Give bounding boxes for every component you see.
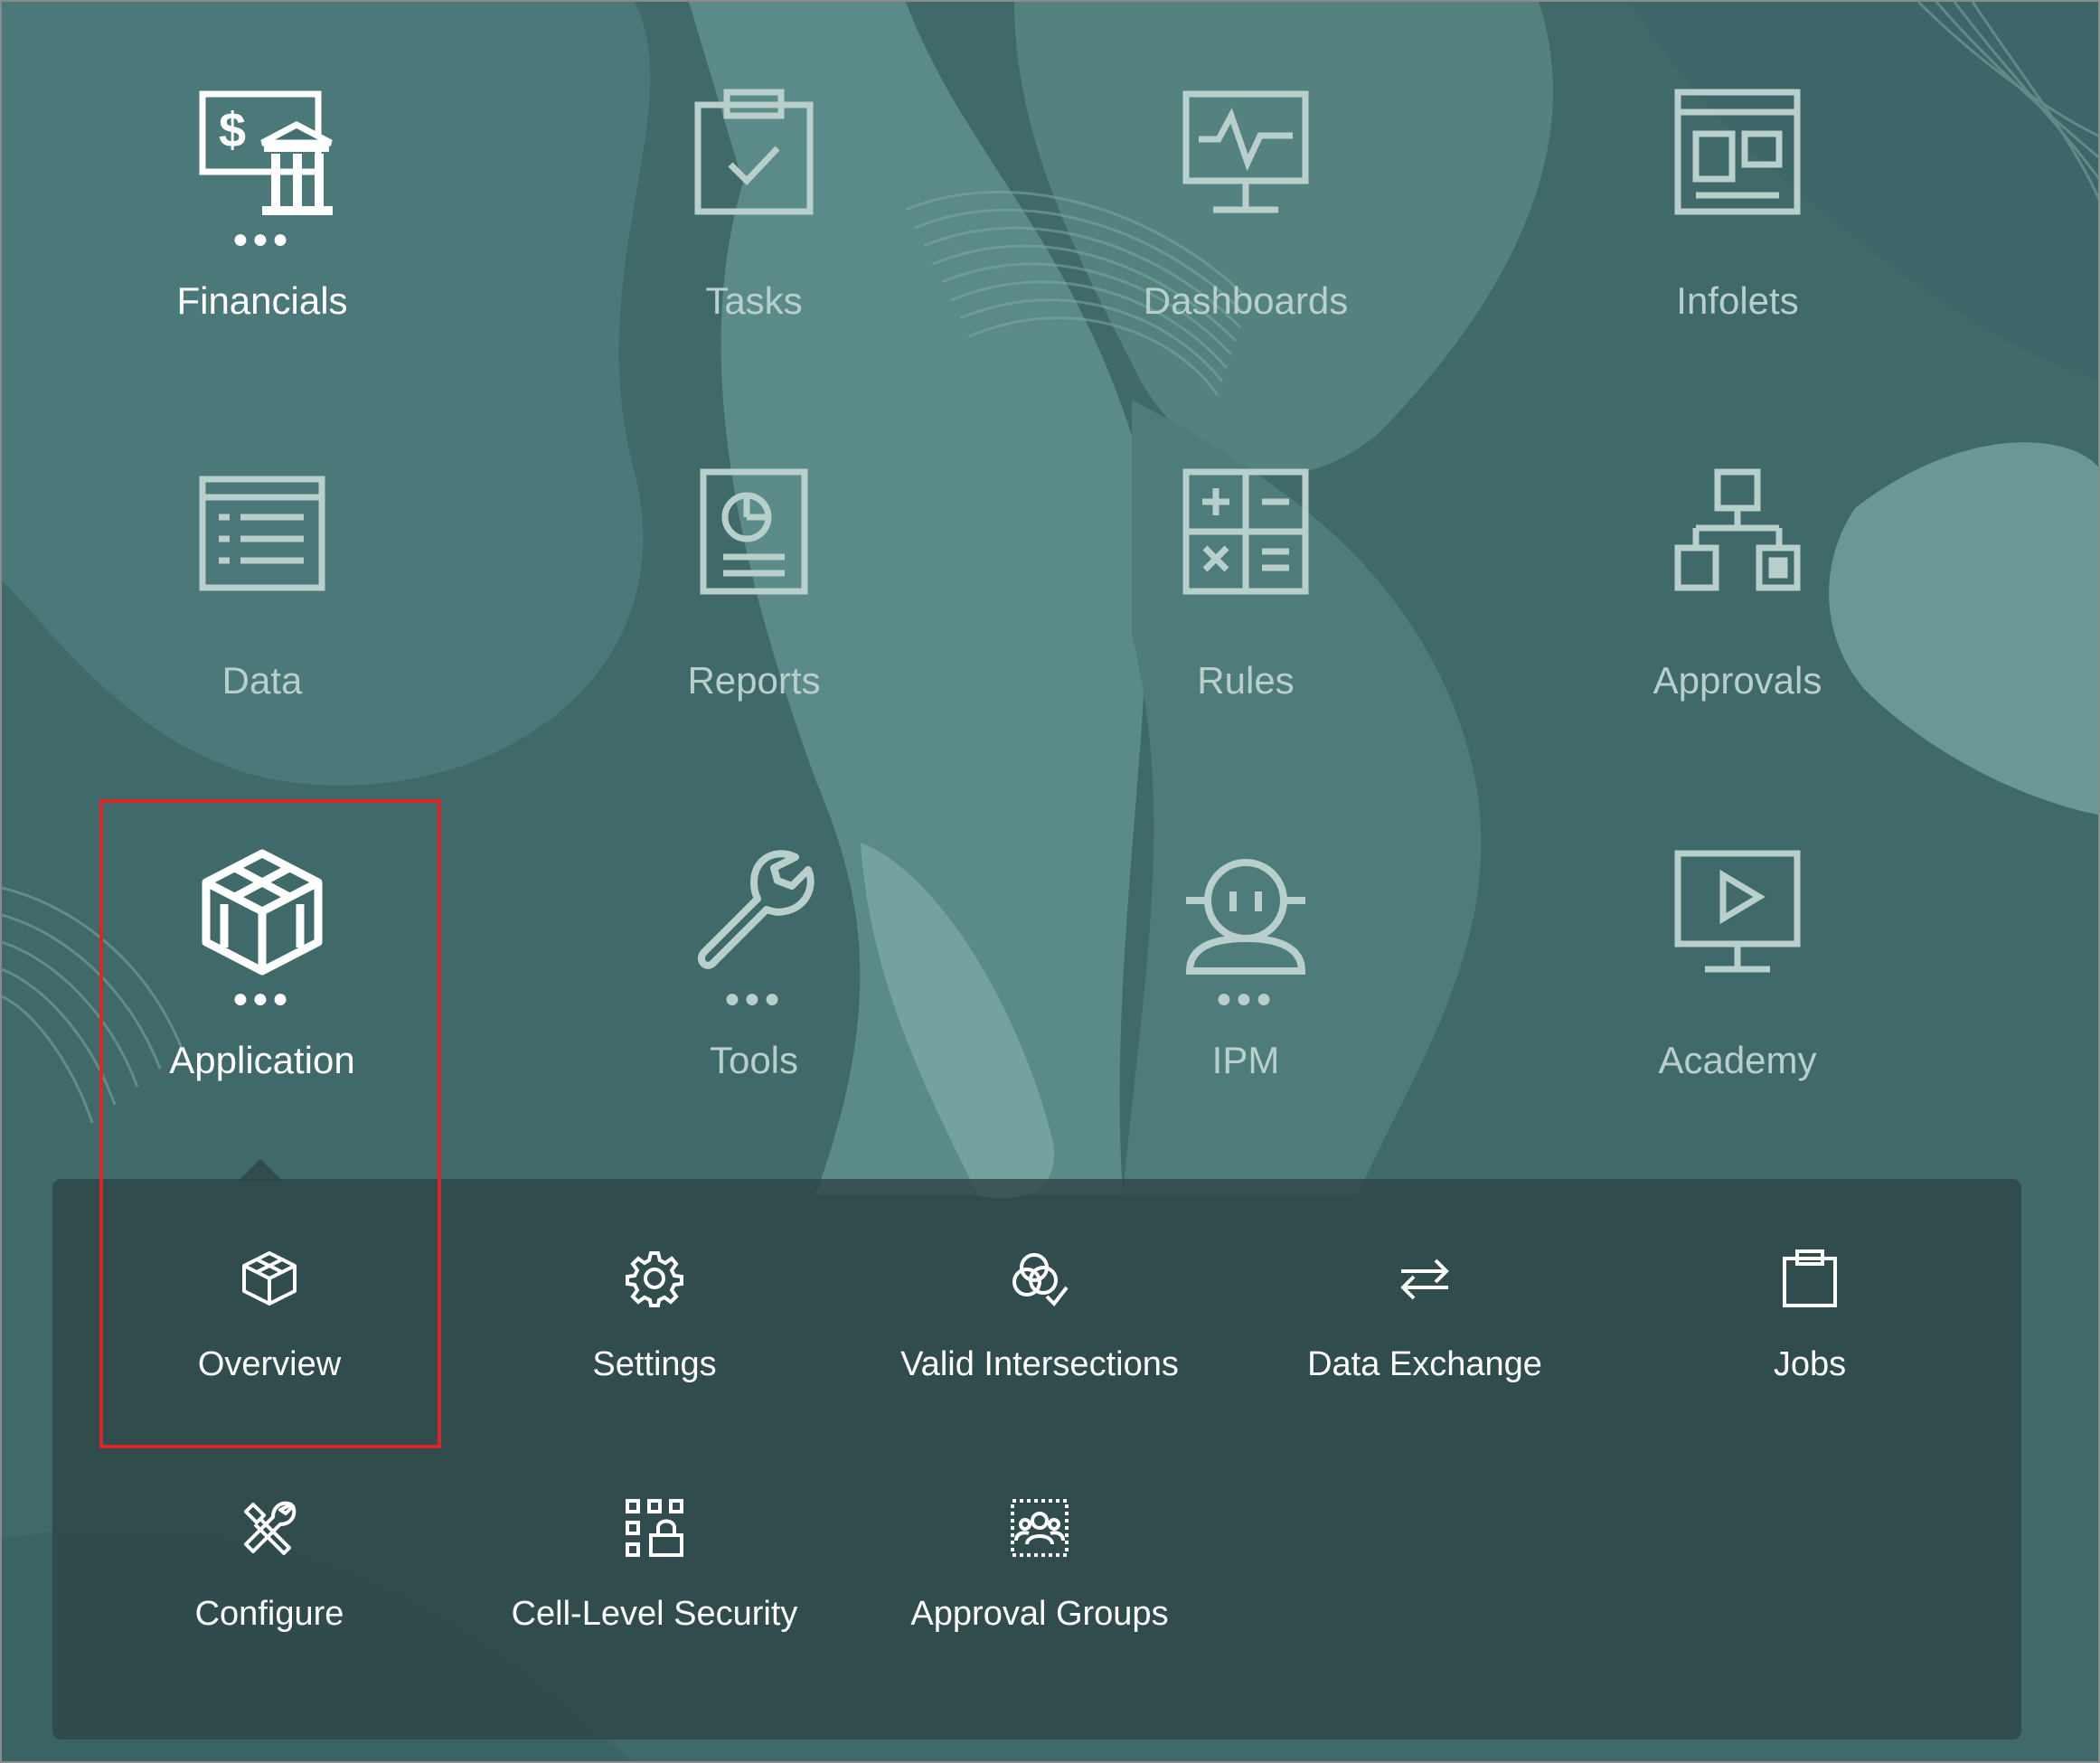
submenu-item-settings[interactable]: Settings (465, 1249, 844, 1457)
hierarchy-icon (1674, 468, 1801, 591)
submenu-item-label: Cell-Level Security (511, 1595, 798, 1633)
nav-tile-label: Dashboards (1143, 279, 1349, 322)
nav-tile-tools[interactable]: ●●● Tools (573, 848, 935, 1192)
nav-tile-label: IPM (1211, 1039, 1280, 1081)
submenu-item-label: Valid Intersections (900, 1345, 1179, 1383)
clipboard-icon (1783, 1249, 1837, 1307)
svg-text:$: $ (219, 103, 246, 157)
gear-icon (626, 1251, 683, 1307)
submenu-indicator: ●●● (231, 984, 293, 1013)
wrench-icon (697, 850, 815, 969)
nav-tile-infolets[interactable]: Infolets (1557, 89, 1918, 432)
clipboard-check-icon (694, 89, 814, 215)
nav-tile-data[interactable]: Data (81, 468, 443, 812)
nav-tile-reports[interactable]: Reports (573, 468, 935, 812)
nav-tile-label: Approvals (1653, 659, 1822, 702)
nav-tile-label: Tools (709, 1039, 799, 1081)
venn-check-icon (1012, 1253, 1069, 1307)
navigator-screen: $ ●●● Financials Tasks Dashboards Infole… (0, 0, 2100, 1763)
grid-lock-icon (626, 1499, 683, 1557)
cube-icon (202, 849, 323, 976)
submenu-item-valid-intersections[interactable]: Valid Intersections (850, 1249, 1229, 1457)
calculator-icon (1182, 468, 1309, 595)
nav-tile-label: Infolets (1676, 279, 1799, 322)
data-grid-icon (199, 476, 325, 591)
nav-tile-label: Financials (176, 279, 348, 322)
tools-cross-icon (244, 1501, 297, 1555)
nav-tile-academy[interactable]: Academy (1557, 848, 1918, 1192)
nav-tile-application[interactable]: ●●● Application (81, 848, 443, 1192)
submenu-item-data-exchange[interactable]: Data Exchange (1235, 1249, 1615, 1457)
financials-icon: $ (199, 90, 333, 215)
submenu-item-configure[interactable]: Configure (80, 1499, 459, 1707)
nav-tile-financials[interactable]: $ ●●● Financials (81, 89, 443, 432)
submenu-item-label: Approval Groups (910, 1595, 1169, 1633)
nav-tile-label: Tasks (705, 279, 803, 322)
submenu-item-label: Data Exchange (1307, 1345, 1542, 1383)
submenu-item-approval-groups[interactable]: Approval Groups (850, 1499, 1229, 1707)
nav-tile-label: Academy (1658, 1039, 1817, 1081)
nav-tile-label: Rules (1197, 659, 1295, 702)
nav-tile-tasks[interactable]: Tasks (573, 89, 935, 432)
nav-tile-ipm[interactable]: ●●● IPM (1065, 848, 1427, 1192)
nav-tile-approvals[interactable]: Approvals (1557, 468, 1918, 812)
nav-tile-dashboards[interactable]: Dashboards (1065, 89, 1427, 432)
submenu-item-overview[interactable]: Overview (80, 1249, 459, 1457)
submenu-indicator: ●●● (723, 984, 785, 1013)
monitor-play-icon (1674, 850, 1801, 973)
submenu-item-cell-level-security[interactable]: Cell-Level Security (465, 1499, 844, 1707)
nav-tile-label: Data (221, 659, 303, 702)
submenu-item-label: Overview (197, 1345, 342, 1383)
swap-arrows-icon (1400, 1259, 1449, 1300)
monitor-pulse-icon (1182, 90, 1309, 213)
submenu-indicator: ●●● (1215, 984, 1276, 1013)
cube-outline-icon (242, 1251, 297, 1306)
infolets-icon (1674, 89, 1801, 215)
user-group-icon (1011, 1499, 1069, 1557)
submenu-item-label: Configure (194, 1595, 344, 1633)
submenu-pointer (239, 1159, 282, 1181)
nav-tile-label: Reports (687, 659, 821, 702)
robot-icon (1185, 859, 1306, 975)
submenu-item-label: Jobs (1773, 1345, 1847, 1383)
submenu-item-jobs[interactable]: Jobs (1620, 1249, 2000, 1457)
nav-tile-rules[interactable]: Rules (1065, 468, 1427, 812)
nav-tile-label: Application (169, 1039, 355, 1081)
submenu-indicator: ●●● (231, 224, 293, 254)
submenu-item-label: Settings (592, 1345, 717, 1383)
report-pie-icon (700, 468, 808, 595)
